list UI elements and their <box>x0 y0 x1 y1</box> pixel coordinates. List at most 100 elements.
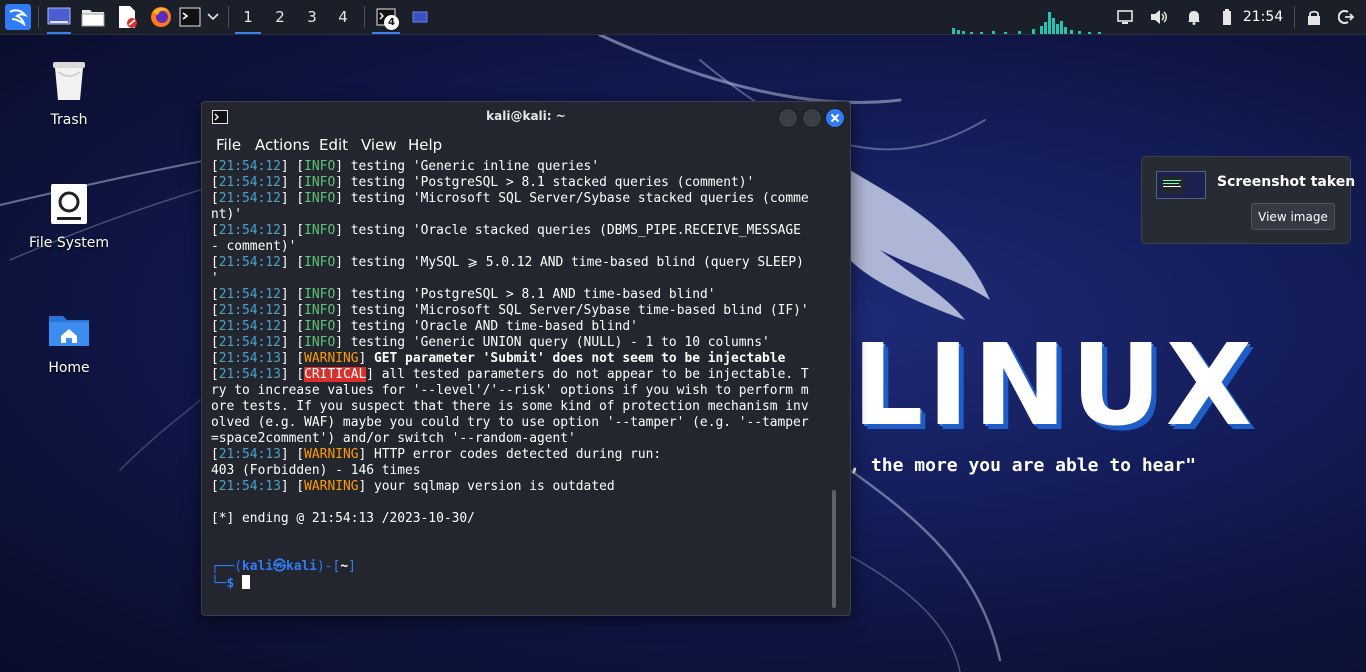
volume-button[interactable] <box>1148 0 1170 34</box>
desktop-icon-label: File System <box>28 235 110 251</box>
folder-icon <box>81 10 105 27</box>
terminal-line: [21:54:13] [WARNING] your sqlmap version… <box>211 479 615 494</box>
text-editor-launcher[interactable] <box>112 0 142 34</box>
menu-help[interactable]: Help <box>408 136 442 154</box>
logout-icon <box>1338 10 1354 24</box>
prompt-path: ~ <box>340 559 349 574</box>
log-timestamp: 21:54:12 <box>218 319 281 334</box>
log-message: testing 'Generic UNION query (NULL) - 1 … <box>350 335 770 350</box>
line-text: ' <box>211 271 219 286</box>
chevron-down-icon <box>207 13 219 21</box>
terminal-line: [21:54:12] [INFO] testing 'Oracle stacke… <box>211 223 801 238</box>
log-level: WARNING <box>304 351 359 366</box>
log-level: WARNING <box>304 447 359 462</box>
log-timestamp: 21:54:12 <box>218 159 281 174</box>
log-timestamp: 21:54:13 <box>218 447 281 462</box>
network-graph-icon <box>952 12 1101 34</box>
monitor-icon <box>1117 10 1133 24</box>
menu-actions[interactable]: Actions <box>255 136 310 154</box>
terminal-line: [*] ending @ 21:54:13 /2023-10-30/ <box>211 511 831 527</box>
notifications-button[interactable] <box>1183 0 1205 34</box>
prompt-user-host: kali㉿kali <box>242 559 318 574</box>
log-message: testing 'Microsoft SQL Server/Sybase tim… <box>350 303 809 318</box>
log-message: testing 'Generic inline queries' <box>350 159 600 174</box>
terminal-line: [21:54:12] [INFO] testing 'PostgreSQL > … <box>211 287 716 302</box>
maximize-button[interactable] <box>802 108 822 128</box>
terminal-line: ry to increase values for '--level'/'--r… <box>211 383 831 399</box>
kali-menu-button[interactable] <box>3 0 33 34</box>
terminal-launcher[interactable] <box>178 0 202 34</box>
desktop-icon-label: Trash <box>50 112 88 128</box>
terminal-output[interactable]: [21:54:12] [INFO] testing 'Generic inlin… <box>211 159 831 609</box>
bell-icon <box>1188 11 1200 25</box>
log-timestamp: 21:54:12 <box>218 191 281 206</box>
terminal-line: ' <box>211 271 831 287</box>
line-text: ry to increase values for '--level'/'--r… <box>211 383 809 398</box>
window-titlebar[interactable]: kali@kali: ~ <box>202 102 850 132</box>
line-text: =space2comment') and/or switch '--random… <box>211 431 576 446</box>
log-timestamp: 21:54:13 <box>218 479 281 494</box>
view-image-button[interactable]: View image <box>1251 203 1335 230</box>
log-level: CRITICAL <box>304 367 367 382</box>
workspace-2[interactable]: 2 <box>264 0 296 34</box>
show-desktop-button[interactable] <box>44 0 74 34</box>
workspace-4[interactable]: 4 <box>327 0 359 34</box>
desktop-icon-home[interactable]: Home <box>14 310 124 376</box>
log-message: testing 'Oracle stacked queries (DBMS_PI… <box>350 223 801 238</box>
desktop-icon-trash[interactable]: Trash <box>14 58 124 128</box>
log-level: INFO <box>304 255 336 270</box>
image-window-icon <box>412 11 428 23</box>
battery-icon <box>1223 9 1231 25</box>
logout-button[interactable] <box>1336 0 1356 34</box>
window-title: kali@kali: ~ <box>486 109 566 123</box>
log-message: testing 'Oracle AND time-based blind' <box>350 319 638 334</box>
log-level: INFO <box>304 287 336 302</box>
terminal-scrollbar[interactable] <box>832 490 836 608</box>
line-text: - comment)' <box>211 239 297 254</box>
terminal-line: [21:54:12] [INFO] testing 'PostgreSQL > … <box>211 175 755 190</box>
screenshot-notification[interactable]: Screenshot taken View image <box>1141 156 1355 244</box>
terminal-icon <box>179 7 201 27</box>
taskbar-screenshot-window[interactable] <box>406 0 434 34</box>
log-message: all tested parameters do not appear to b… <box>381 367 809 382</box>
log-level: INFO <box>304 319 336 334</box>
log-level: INFO <box>304 223 336 238</box>
terminal-launcher-dropdown[interactable] <box>203 0 223 34</box>
log-message: testing 'MySQL ⩾ 5.0.12 AND time-based b… <box>350 255 804 270</box>
drive-icon <box>51 184 87 224</box>
wallpaper-logo-text: LINUX <box>852 321 1257 451</box>
prompt-input-line[interactable]: └─$ <box>211 575 831 591</box>
menu-edit[interactable]: Edit <box>319 136 348 154</box>
terminal-line: [21:54:13] [CRITICAL] all tested paramet… <box>211 367 809 382</box>
log-message: testing 'Microsoft SQL Server/Sybase sta… <box>350 191 809 206</box>
menu-file[interactable]: File <box>216 136 241 154</box>
desktop-icon-file-system[interactable]: File System <box>14 183 124 251</box>
log-level: INFO <box>304 335 336 350</box>
log-message: testing 'PostgreSQL > 8.1 AND time-based… <box>350 287 716 302</box>
terminal-line: - comment)' <box>211 239 831 255</box>
terminal-window[interactable]: kali@kali: ~ File Actions Edit View Help… <box>201 101 851 616</box>
text-cursor <box>242 575 251 589</box>
prompt-frame: ┌──( <box>211 559 243 574</box>
minimize-button[interactable] <box>778 108 798 128</box>
clock[interactable]: 21:54 <box>1242 0 1284 34</box>
power-manager-button[interactable] <box>1218 0 1236 34</box>
terminal-line: ore tests. If you suspect that there is … <box>211 399 831 415</box>
workspace-1[interactable]: 1 <box>232 0 264 34</box>
line-text: ore tests. If you suspect that there is … <box>211 399 809 414</box>
terminal-line: [21:54:13] [WARNING] GET parameter 'Subm… <box>211 351 786 366</box>
screenshot-thumbnail <box>1156 171 1206 199</box>
workspace-3[interactable]: 3 <box>296 0 328 34</box>
menu-view[interactable]: View <box>361 136 397 154</box>
file-manager-launcher[interactable] <box>78 0 108 34</box>
close-button[interactable] <box>825 108 845 128</box>
volume-icon <box>1151 10 1167 24</box>
firefox-launcher[interactable] <box>146 0 176 34</box>
lock-screen-button[interactable] <box>1304 0 1324 34</box>
home-folder-icon <box>49 316 89 346</box>
display-settings-button[interactable] <box>1114 0 1136 34</box>
window-count-badge: 4 <box>384 15 399 30</box>
prompt-frame: )-[ <box>317 559 341 574</box>
line-text: [*] ending @ 21:54:13 /2023-10-30/ <box>211 511 475 526</box>
